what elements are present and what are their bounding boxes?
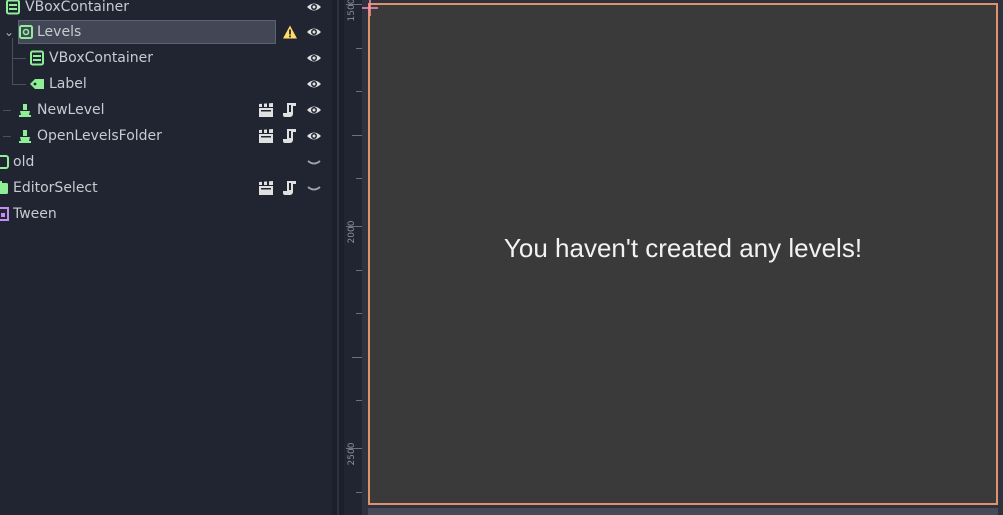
tree-item-editorselect[interactable]: EditorSelect <box>0 175 332 201</box>
ruler-tick <box>352 135 362 136</box>
tree-item-label: Levels <box>37 24 82 40</box>
tree-item-vboxcontainer[interactable]: VBoxContainer <box>0 45 332 71</box>
panel-node-icon <box>0 155 9 169</box>
tree-item-label: old <box>13 154 35 170</box>
tree-item-label-node[interactable]: Label <box>0 71 332 97</box>
tree-item-label: Tween <box>13 206 57 222</box>
ruler-tick <box>352 357 362 358</box>
open-scene-clapper-icon[interactable] <box>258 180 274 196</box>
tree-item-old[interactable]: old <box>0 149 332 175</box>
ruler-label: 2000 <box>347 220 357 244</box>
scroll-container-icon <box>19 25 33 39</box>
selected-control-rect[interactable]: You haven't created any levels! <box>368 3 998 505</box>
viewport-bottom-scrollbar[interactable] <box>368 508 998 515</box>
label-tag-icon <box>30 79 44 89</box>
visibility-eye-icon[interactable] <box>306 0 322 15</box>
tree-item-newlevel[interactable]: NewLevel <box>0 97 332 123</box>
tree-item-label: NewLevel <box>37 102 105 118</box>
visibility-eye-icon[interactable] <box>306 50 322 66</box>
visibility-eye-icon[interactable] <box>306 102 322 118</box>
attached-script-icon[interactable] <box>282 180 298 196</box>
open-scene-clapper-icon[interactable] <box>258 128 274 144</box>
attached-script-icon[interactable] <box>282 128 298 144</box>
tree-item-openlevelsfolder[interactable]: OpenLevelsFolder <box>0 123 332 149</box>
vertical-ruler: 1500 2000 2500 <box>344 0 362 515</box>
warning-icon[interactable] <box>282 24 298 40</box>
tree-item-levels[interactable]: ⌄ Levels <box>0 19 332 45</box>
button-node-icon <box>19 104 31 117</box>
vbox-container-icon <box>6 0 20 15</box>
empty-levels-message: You haven't created any levels! <box>503 233 863 263</box>
editor-viewport[interactable]: You haven't created any levels! <box>362 0 1003 515</box>
open-scene-clapper-icon[interactable] <box>258 102 274 118</box>
hidden-eye-icon[interactable] <box>306 154 322 170</box>
visibility-eye-icon[interactable] <box>306 128 322 144</box>
scene-tree-panel: VBoxContainer ⌄ Levels VBoxContainer Lab… <box>0 0 332 515</box>
ruler-label: 1500 <box>347 0 357 22</box>
hidden-eye-icon[interactable] <box>306 180 322 196</box>
tree-item-vboxcontainer[interactable]: VBoxContainer <box>0 0 332 20</box>
visibility-eye-icon[interactable] <box>306 76 322 92</box>
tree-item-label: OpenLevelsFolder <box>37 128 162 144</box>
tree-item-label: EditorSelect <box>13 180 98 196</box>
tree-item-label: Label <box>49 76 87 92</box>
tree-item-tween[interactable]: Tween <box>0 201 332 227</box>
tree-item-label: VBoxContainer <box>49 50 154 66</box>
tree-item-label: VBoxContainer <box>25 0 130 15</box>
folder-node-icon <box>0 181 8 194</box>
splitter-line <box>337 0 339 515</box>
origin-crosshair-icon <box>362 0 378 16</box>
tween-node-icon <box>0 207 9 221</box>
button-node-icon <box>19 130 31 143</box>
ruler-label: 2500 <box>347 442 357 466</box>
vbox-container-icon <box>30 50 44 66</box>
visibility-eye-icon[interactable] <box>306 24 322 40</box>
attached-script-icon[interactable] <box>282 102 298 118</box>
